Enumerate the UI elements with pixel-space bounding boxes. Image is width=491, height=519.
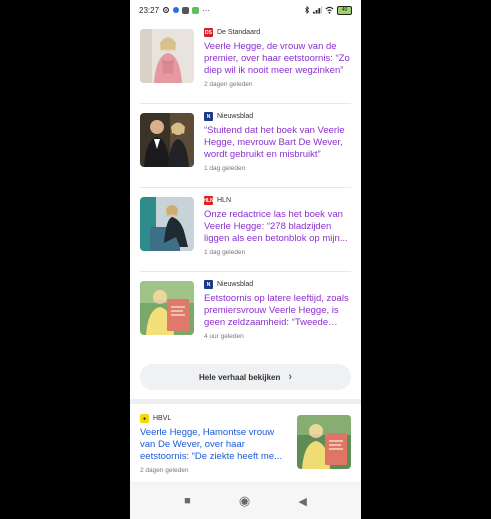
back-icon[interactable]: ◀	[298, 495, 306, 508]
article-item[interactable]: N Nieuwsblad Eetstoornis op latere leeft…	[140, 272, 351, 355]
article-time: 1 dag geleden	[204, 165, 246, 172]
article-time: 1 dag geleden	[204, 249, 246, 256]
settings-icon	[163, 7, 169, 13]
battery-icon: 40	[337, 5, 352, 15]
woman-portrait-image	[140, 29, 194, 83]
source-name: HBVL	[153, 415, 172, 422]
chat-bubble-icon	[173, 7, 180, 13]
status-left: 23:27 ···	[139, 6, 210, 15]
article-source: N Nieuwsblad	[204, 111, 351, 122]
article-headline[interactable]: Onze redactrice las het boek van Veerle …	[204, 209, 351, 245]
article-source: DS De Standaard	[204, 27, 351, 38]
chevron-right-icon: ›	[288, 371, 293, 383]
article-headline[interactable]: “Stuitend dat het boek van Veerle Hegge,…	[204, 125, 351, 161]
status-time: 23:27	[139, 5, 160, 15]
article-source: HLN HLN	[203, 195, 351, 206]
phone-screen: 23:27 ··· 40 DS De Standaard Veerle Hegg…	[130, 0, 361, 519]
story-headline[interactable]: Veerle Hegge, Hamontse vrouw van De Weve…	[140, 427, 289, 463]
article-headline[interactable]: Eetstoornis op latere leeftijd, zoals pr…	[204, 293, 351, 329]
recents-icon[interactable]: ■	[184, 495, 191, 507]
article-item[interactable]: DS De Standaard Veerle Hegge, de vrouw v…	[140, 20, 351, 104]
article-time: 2 dagen geleden	[204, 81, 253, 88]
full-story-label: Hele verhaal bekijken	[198, 372, 281, 382]
article-headline[interactable]: Veerle Hegge, de vrouw van de premier, o…	[204, 41, 351, 77]
status-bar: 23:27 ··· 40	[130, 0, 361, 20]
wifi-icon	[325, 6, 334, 14]
source-name: De Standaard	[217, 29, 261, 36]
woman-with-book-image	[140, 281, 194, 335]
article-time: 4 uur geleden	[204, 333, 244, 340]
story-item[interactable]: ● HBVL Veerle Hegge, Hamontse vrouw van …	[130, 404, 361, 487]
woman-seated-image	[140, 197, 194, 251]
g-icon	[182, 6, 190, 14]
article-item[interactable]: N Nieuwsblad “Stuitend dat het boek van …	[140, 104, 351, 188]
story-meta: ● HBVL Veerle Hegge, Hamontse vrouw van …	[140, 413, 289, 474]
source-name: Nieuwsblad	[217, 281, 254, 288]
couple-photo-image	[140, 113, 194, 167]
story-source: ● HBVL	[140, 413, 289, 424]
hbvl-logo-icon: ●	[140, 414, 149, 423]
article-item[interactable]: HLN HLN Onze redactrice las het boek van…	[140, 188, 351, 272]
nieuwsblad-logo-icon: N	[204, 112, 213, 121]
full-story-button[interactable]: Hele verhaal bekijken ›	[140, 364, 351, 390]
news-cluster: DS De Standaard Veerle Hegge, de vrouw v…	[130, 20, 361, 390]
article-meta: HLN HLN Onze redactrice las het boek van…	[203, 195, 351, 263]
hln-logo-icon: HLN	[203, 196, 214, 205]
article-meta: N Nieuwsblad Eetstoornis op latere leeft…	[204, 279, 351, 347]
de-standaard-logo-icon: DS	[204, 28, 213, 37]
source-name: Nieuwsblad	[217, 113, 254, 120]
signal-icon	[313, 6, 322, 14]
more-icon: ···	[202, 5, 211, 15]
bluetooth-icon	[305, 6, 310, 14]
battery-level: 40	[341, 6, 348, 13]
home-icon[interactable]: ◉	[239, 493, 250, 509]
status-right: 40	[304, 5, 352, 15]
woman-with-book-image	[297, 415, 351, 469]
article-source: N Nieuwsblad	[204, 279, 351, 290]
story-time: 2 dagen geleden	[140, 467, 189, 474]
article-meta: DS De Standaard Veerle Hegge, de vrouw v…	[204, 27, 351, 95]
source-name: HLN	[217, 197, 232, 204]
nieuwsblad-logo-icon: N	[204, 280, 213, 289]
article-meta: N Nieuwsblad “Stuitend dat het boek van …	[204, 111, 351, 179]
system-navigation-bar: ■ ◉ ◀	[130, 483, 361, 519]
s-icon	[192, 6, 200, 14]
